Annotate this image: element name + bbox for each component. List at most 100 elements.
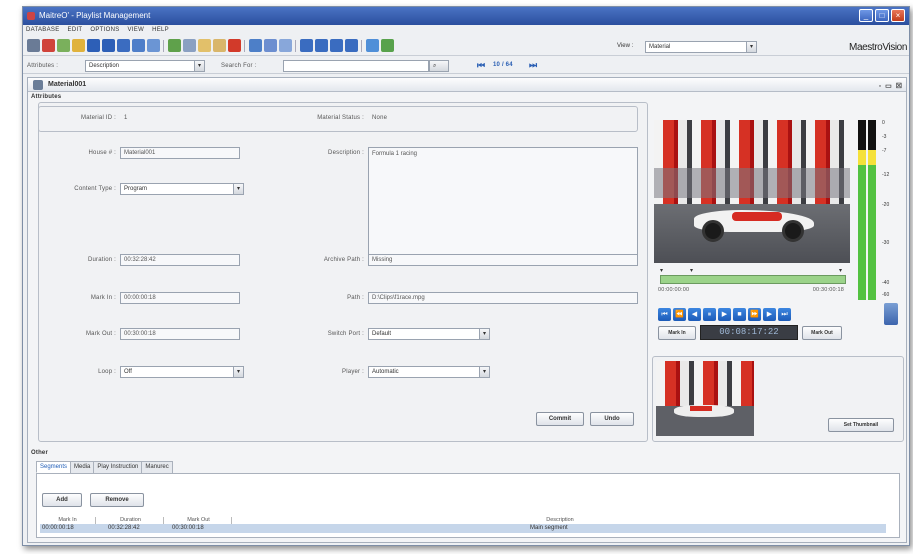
go-to-start-icon[interactable]: ⏮ (658, 308, 671, 321)
house-field[interactable]: Material001 (120, 147, 240, 159)
view-select[interactable]: Material ▾ (645, 41, 757, 53)
set-thumbnail-button[interactable]: Set Thumbnail (828, 418, 894, 432)
check-icon[interactable] (168, 39, 181, 52)
timeline-marker-in-icon[interactable]: ▾ (660, 267, 663, 274)
tab-play-instruction[interactable]: Play Instruction (93, 461, 143, 473)
column-header-description[interactable]: Description (234, 517, 886, 524)
cell-duration: 00:32:28:42 (108, 525, 140, 531)
fast-rewind-icon[interactable]: ⏪ (673, 308, 686, 321)
stop-icon[interactable]: ■ (733, 308, 746, 321)
pause-icon[interactable]: ⏸ (703, 308, 716, 321)
lock-icon[interactable] (884, 303, 898, 325)
vu-tick: -20 (882, 202, 890, 208)
paste-icon[interactable] (213, 39, 226, 52)
tab-media[interactable]: Media (70, 461, 95, 473)
document-icon[interactable] (279, 39, 292, 52)
loop-select[interactable]: Off ▾ (120, 366, 244, 378)
column-header-mark-out[interactable]: Mark Out (166, 517, 232, 524)
panel-title: Material001 (48, 81, 87, 88)
attributes-filter-select[interactable]: Description ▾ (85, 60, 205, 72)
play-icon[interactable]: ▶ (718, 308, 731, 321)
step-forward-icon[interactable]: ▶ (763, 308, 776, 321)
toolbar: View : Material ▾ MaestroVision (23, 36, 909, 56)
layout-4-icon[interactable] (345, 39, 358, 52)
tab-manurec[interactable]: Manurec (141, 461, 173, 473)
commit-button[interactable]: Commit (536, 412, 584, 426)
mark-out-field[interactable]: 00:30:00:18 (120, 328, 240, 340)
menu-database[interactable]: DATABASE (26, 25, 60, 35)
fast-forward-icon[interactable]: ⏩ (748, 308, 761, 321)
chevron-down-icon[interactable]: ▾ (233, 184, 243, 194)
help-icon[interactable] (366, 39, 379, 52)
material-icon[interactable] (27, 39, 40, 52)
layout-2-icon[interactable] (315, 39, 328, 52)
timeline-playhead-icon[interactable]: ▾ (690, 267, 693, 274)
close-icon[interactable]: ☒ (896, 80, 902, 94)
description-label: Description : (328, 150, 364, 156)
globe-icon[interactable] (381, 39, 394, 52)
menu-edit[interactable]: EDIT (68, 25, 83, 35)
timeline-marker-out-icon[interactable]: ▾ (839, 267, 842, 274)
remove-button[interactable]: Remove (90, 493, 144, 507)
add-button[interactable]: Add (42, 493, 82, 507)
column-header-mark-in[interactable]: Mark In (40, 517, 96, 524)
menu-help[interactable]: HELP (152, 25, 169, 35)
clipboard-icon[interactable] (198, 39, 211, 52)
column-header-duration[interactable]: Duration (98, 517, 164, 524)
cell-description: Main segment (530, 525, 568, 531)
maximize-button[interactable]: □ (875, 9, 889, 22)
attributes-filter-value: Description (89, 63, 120, 69)
chevron-down-icon[interactable]: ▾ (746, 42, 756, 52)
refresh-icon[interactable] (42, 39, 55, 52)
tab-segments[interactable]: Segments (36, 461, 72, 473)
timeline-range[interactable] (660, 275, 846, 284)
new-icon[interactable] (57, 39, 70, 52)
edit-icon[interactable] (249, 39, 262, 52)
maximize-icon[interactable]: ▭ (885, 80, 892, 94)
print-icon[interactable] (117, 39, 130, 52)
search-icon[interactable]: ⌕ (429, 60, 449, 72)
copy-icon[interactable] (132, 39, 145, 52)
player-value: Automatic (372, 369, 399, 375)
export-icon[interactable] (147, 39, 160, 52)
go-to-end-icon[interactable]: ⏭ (778, 308, 791, 321)
timeline[interactable]: ▾ ▾ ▾ 00:00:00:00 00:30:00:18 (654, 267, 850, 301)
step-back-icon[interactable]: ◀ (688, 308, 701, 321)
undo-button[interactable]: Undo (590, 412, 634, 426)
archive-path-field[interactable]: Missing (368, 254, 638, 266)
layout-1-icon[interactable] (300, 39, 313, 52)
menu-view[interactable]: VIEW (128, 25, 145, 35)
archive-path-label: Archive Path : (323, 257, 364, 263)
table-row[interactable]: 00:00:00:18 00:32:28:42 00:30:00:18 Main… (40, 524, 886, 533)
mark-out-button[interactable]: Mark Out (802, 326, 842, 340)
content-type-select[interactable]: Program ▾ (120, 183, 244, 195)
link-icon[interactable] (183, 39, 196, 52)
chevron-down-icon[interactable]: ▾ (233, 367, 243, 377)
page-indicator: 10 / 64 (493, 62, 513, 68)
menu-options[interactable]: OPTIONS (90, 25, 119, 35)
description-field[interactable]: Formula 1 racing (368, 147, 638, 257)
player-select[interactable]: Automatic ▾ (368, 366, 490, 378)
minimize-button[interactable]: _ (859, 9, 873, 22)
path-field[interactable]: D:\Clips\f1race.mpg (368, 292, 638, 304)
last-record-icon[interactable]: ⏭ (529, 60, 537, 71)
mark-in-button[interactable]: Mark In (658, 326, 696, 340)
first-record-icon[interactable]: ⏮ (477, 60, 485, 71)
layout-3-icon[interactable] (330, 39, 343, 52)
chevron-down-icon[interactable]: ▾ (194, 61, 204, 71)
close-button[interactable]: × (891, 9, 905, 22)
transport-controls: ⏮ ⏪ ◀ ⏸ ▶ ■ ⏩ ▶ ⏭ (658, 308, 791, 321)
switch-port-select[interactable]: Default ▾ (368, 328, 490, 340)
vu-tick: -12 (882, 172, 890, 178)
chevron-down-icon[interactable]: ▾ (479, 367, 489, 377)
delete-icon[interactable] (228, 39, 241, 52)
save-all-icon[interactable] (102, 39, 115, 52)
mark-in-field[interactable]: 00:00:00:18 (120, 292, 240, 304)
book-icon[interactable] (264, 39, 277, 52)
chevron-down-icon[interactable]: ▾ (479, 329, 489, 339)
folder-icon[interactable] (72, 39, 85, 52)
save-icon[interactable] (87, 39, 100, 52)
duration-field[interactable]: 00:32:28:42 (120, 254, 240, 266)
restore-icon[interactable]: ▫ (879, 80, 881, 94)
search-input[interactable] (283, 60, 429, 72)
